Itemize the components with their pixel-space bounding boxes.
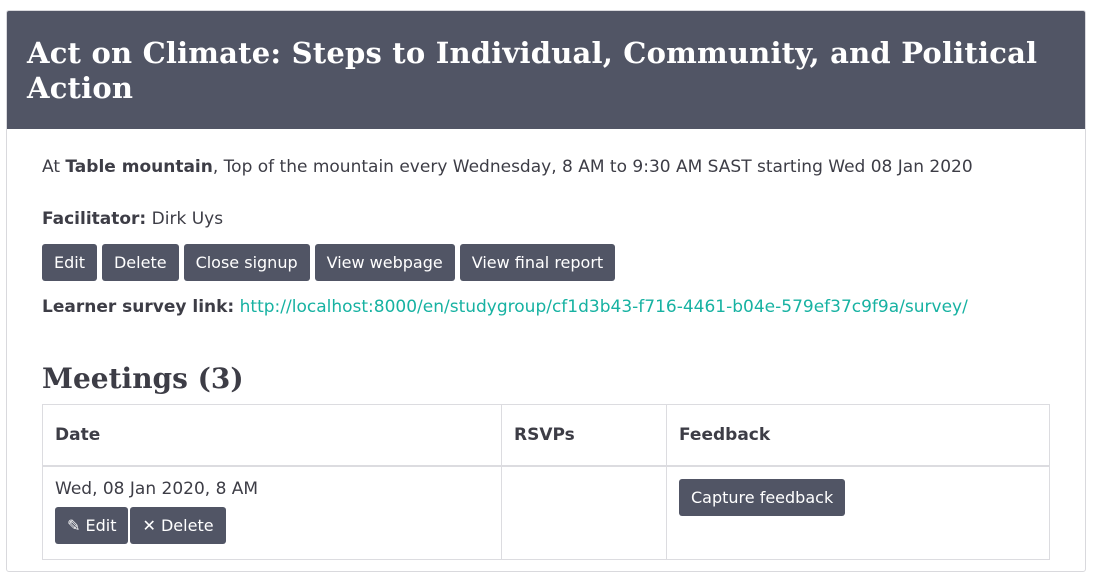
action-buttons: Edit Delete Close signup View webpage Vi… xyxy=(42,244,616,281)
column-header-rsvps: RSVPs xyxy=(501,404,667,467)
table-header-row: Date RSVPs Feedback xyxy=(42,404,1050,467)
venue-name: Table mountain xyxy=(65,157,213,177)
meeting-delete-button[interactable]: ✕ Delete xyxy=(130,507,226,544)
page-title: Act on Climate: Steps to Individual, Com… xyxy=(27,36,1038,105)
card-header: Act on Climate: Steps to Individual, Com… xyxy=(7,11,1085,129)
meeting-edit-button[interactable]: ✎ Edit xyxy=(55,507,129,544)
column-header-date: Date xyxy=(42,404,502,467)
facilitator-label: Facilitator: xyxy=(42,209,147,229)
capture-feedback-button[interactable]: Capture feedback xyxy=(679,479,846,516)
location-line: At Table mountain, Top of the mountain e… xyxy=(42,156,973,178)
edit-button[interactable]: Edit xyxy=(42,244,97,281)
survey-link[interactable]: http://localhost:8000/en/studygroup/cf1d… xyxy=(240,297,968,317)
survey-line: Learner survey link: http://localhost:80… xyxy=(42,296,968,318)
meeting-edit-label: Edit xyxy=(85,516,117,535)
meeting-date-cell: Wed, 08 Jan 2020, 8 AM ✎ Edit ✕ Delete xyxy=(42,465,502,560)
meeting-feedback-cell: Capture feedback xyxy=(666,465,1050,560)
meeting-rsvps-cell xyxy=(501,465,667,560)
delete-button[interactable]: Delete xyxy=(101,244,179,281)
column-header-feedback: Feedback xyxy=(666,404,1050,467)
meetings-table: Date RSVPs Feedback Wed, 08 Jan 2020, 8 … xyxy=(42,404,1050,560)
table-row: Wed, 08 Jan 2020, 8 AM ✎ Edit ✕ Delete Ca… xyxy=(42,465,1050,560)
view-final-report-button[interactable]: View final report xyxy=(459,244,616,281)
meeting-date: Wed, 08 Jan 2020, 8 AM xyxy=(55,479,259,499)
close-signup-button[interactable]: Close signup xyxy=(183,244,310,281)
facilitator-line: Facilitator: Dirk Uys xyxy=(42,208,223,230)
meeting-delete-label: Delete xyxy=(160,516,214,535)
view-webpage-button[interactable]: View webpage xyxy=(314,244,455,281)
at-prefix: At xyxy=(42,157,66,177)
schedule-text: , Top of the mountain every Wednesday, 8… xyxy=(212,157,973,177)
survey-label: Learner survey link: xyxy=(42,297,235,317)
study-group-card: Act on Climate: Steps to Individual, Com… xyxy=(6,10,1086,572)
facilitator-name: Dirk Uys xyxy=(146,209,224,229)
meetings-heading: Meetings (3) xyxy=(42,362,244,395)
